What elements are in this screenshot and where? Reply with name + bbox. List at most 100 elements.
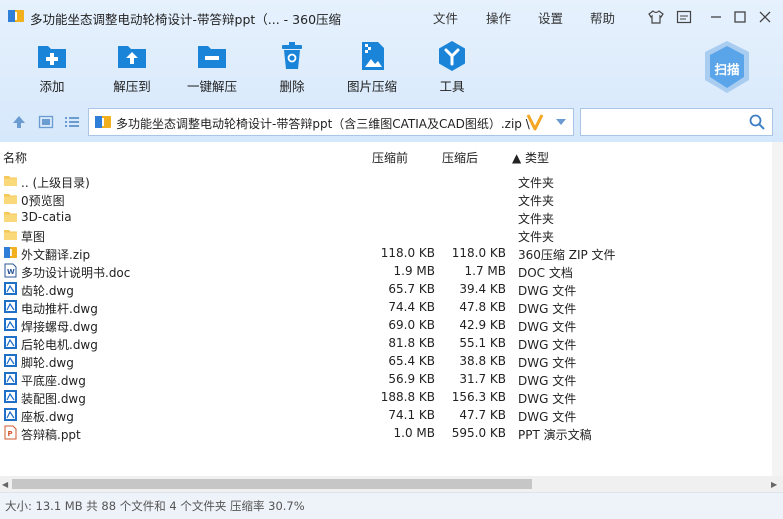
status-bar: 大小: 13.1 MB 共 88 个文件和 4 个文件夹 压缩率 30.7% xyxy=(0,492,783,519)
dwg-icon xyxy=(3,299,18,314)
file-list: 名称 压缩前 压缩后 ▲ 类型 .. (上级目录) 文件夹 0预览图 文件夹 3D-ca… xyxy=(0,142,772,476)
file-size: 69.0 KB xyxy=(388,318,435,332)
file-type: DWG 文件 xyxy=(518,284,577,298)
up-arrow-icon[interactable] xyxy=(11,114,27,130)
scan-button[interactable]: 扫描 xyxy=(702,40,752,94)
file-row[interactable]: 齿轮.dwg 65.7 KB 39.4 KB DWG 文件 xyxy=(0,280,772,298)
file-type: DWG 文件 xyxy=(518,356,577,370)
file-type: DWG 文件 xyxy=(518,374,577,388)
dwg-icon xyxy=(3,335,18,350)
file-row[interactable]: 焊接螺母.dwg 69.0 KB 42.9 KB DWG 文件 xyxy=(0,316,772,334)
minimize-icon[interactable] xyxy=(707,8,725,26)
dwg-icon xyxy=(3,353,18,368)
image-compress-icon xyxy=(362,42,384,70)
add-button[interactable]: 添加 xyxy=(17,40,87,96)
file-size: 74.4 KB xyxy=(388,300,435,314)
file-row[interactable]: 座板.dwg 74.1 KB 47.7 KB DWG 文件 xyxy=(0,406,772,424)
file-packed-size: 55.1 KB xyxy=(459,336,506,350)
file-name: 齿轮.dwg xyxy=(21,284,74,298)
file-size: 56.9 KB xyxy=(388,372,435,386)
menu-settings[interactable]: 设置 xyxy=(538,8,563,27)
delete-button[interactable]: 删除 xyxy=(257,40,327,96)
add-label: 添加 xyxy=(39,79,65,94)
file-name: 多功设计说明书.doc xyxy=(21,266,131,280)
file-type: DWG 文件 xyxy=(518,410,577,424)
file-size: 118.0 KB xyxy=(380,246,435,260)
image-compress-button[interactable]: 图片压缩 xyxy=(337,40,407,96)
folder-icon xyxy=(3,209,18,224)
file-row[interactable]: 后轮电机.dwg 81.8 KB 55.1 KB DWG 文件 xyxy=(0,334,772,352)
column-name[interactable]: 名称 xyxy=(3,149,27,166)
list-view-icon[interactable] xyxy=(64,114,80,130)
file-name: 装配图.dwg xyxy=(21,392,86,406)
file-type: DWG 文件 xyxy=(518,392,577,406)
file-row[interactable]: 脚轮.dwg 65.4 KB 38.8 KB DWG 文件 xyxy=(0,352,772,370)
close-icon[interactable] xyxy=(756,8,774,26)
tools-button[interactable]: 工具 xyxy=(417,40,487,96)
file-row[interactable]: 外文翻译.zip 118.0 KB 118.0 KB 360压缩 ZIP 文件 xyxy=(0,244,772,262)
file-row[interactable]: 0预览图 文件夹 xyxy=(0,190,772,208)
file-row[interactable]: 电动推杆.dwg 74.4 KB 47.8 KB DWG 文件 xyxy=(0,298,772,316)
file-row[interactable]: .. (上级目录) 文件夹 xyxy=(0,172,772,190)
file-row[interactable]: 平底座.dwg 56.9 KB 31.7 KB DWG 文件 xyxy=(0,370,772,388)
svg-text:W: W xyxy=(7,268,15,276)
folder-icon xyxy=(3,227,18,242)
file-name: 脚轮.dwg xyxy=(21,356,74,370)
one-click-extract-button[interactable]: 一键解压 xyxy=(177,40,247,96)
scroll-left-icon[interactable]: ◀ xyxy=(2,480,8,489)
horizontal-scrollbar[interactable]: ◀ ▶ xyxy=(0,476,783,492)
title-bar: 多功能坐态调整电动轮椅设计-带答辩ppt（... - 360压缩 文件 操作 设… xyxy=(0,0,783,34)
menu-operation[interactable]: 操作 xyxy=(486,8,511,27)
file-row[interactable]: P 答辩稿.ppt 1.0 MB 595.0 KB PPT 演示文稿 xyxy=(0,424,772,442)
file-row[interactable]: 草图 文件夹 xyxy=(0,226,772,244)
file-type: PPT 演示文稿 xyxy=(518,428,592,442)
skin-shirt-icon[interactable] xyxy=(647,8,665,26)
scan-label: 扫描 xyxy=(714,62,740,77)
file-row[interactable]: W 多功设计说明书.doc 1.9 MB 1.7 MB DOC 文档 xyxy=(0,262,772,280)
menu-file[interactable]: 文件 xyxy=(433,8,458,27)
file-type: DWG 文件 xyxy=(518,338,577,352)
file-name: 答辩稿.ppt xyxy=(21,428,81,442)
dwg-icon xyxy=(3,281,18,296)
file-packed-size: 156.3 KB xyxy=(451,390,506,404)
folder-icon xyxy=(3,173,18,188)
ppt-icon: P xyxy=(3,425,18,440)
file-name: .. (上级目录) xyxy=(21,176,90,190)
file-name: 平底座.dwg xyxy=(21,374,86,388)
file-size: 1.0 MB xyxy=(393,426,435,440)
vertical-scrollbar[interactable] xyxy=(772,142,783,476)
column-packed[interactable]: 压缩后 xyxy=(442,149,478,166)
extract-to-button[interactable]: 解压到 xyxy=(97,40,167,96)
file-type: 文件夹 xyxy=(518,212,555,226)
file-size: 188.8 KB xyxy=(380,390,435,404)
column-type[interactable]: ▲ 类型 xyxy=(512,149,549,166)
file-packed-size: 31.7 KB xyxy=(459,372,506,386)
address-path: 多功能坐态调整电动轮椅设计-带答辩ppt（含三维图CATIA及CAD图纸）.zi… xyxy=(116,117,530,131)
file-row[interactable]: 装配图.dwg 188.8 KB 156.3 KB DWG 文件 xyxy=(0,388,772,406)
scroll-right-icon[interactable]: ▶ xyxy=(771,480,777,489)
one-click-extract-label: 一键解压 xyxy=(186,79,237,94)
doc-icon: W xyxy=(3,263,18,278)
search-icon[interactable] xyxy=(749,114,765,130)
app-logo-icon xyxy=(8,10,24,22)
chevron-down-icon[interactable] xyxy=(555,118,567,126)
feedback-icon[interactable] xyxy=(675,8,693,26)
top-panel: 多功能坐态调整电动轮椅设计-带答辩ppt（... - 360压缩 文件 操作 设… xyxy=(0,0,783,142)
file-name: 外文翻译.zip xyxy=(21,248,91,262)
folder-icon xyxy=(3,191,18,206)
scroll-thumb[interactable] xyxy=(12,479,532,489)
extract-to-label: 解压到 xyxy=(113,79,151,94)
dwg-icon xyxy=(3,389,18,404)
search-input[interactable] xyxy=(585,112,745,132)
column-size[interactable]: 压缩前 xyxy=(372,149,408,166)
menu-help[interactable]: 帮助 xyxy=(590,8,615,27)
file-row[interactable]: 3D-catia 文件夹 xyxy=(0,208,772,226)
maximize-icon[interactable] xyxy=(731,8,749,26)
file-name: 后轮电机.dwg xyxy=(21,338,98,352)
address-field[interactable]: 多功能坐态调整电动轮椅设计-带答辩ppt（含三维图CATIA及CAD图纸）.zi… xyxy=(88,108,574,136)
file-type: 文件夹 xyxy=(518,176,555,190)
add-file-icon xyxy=(38,46,66,68)
delete-label: 删除 xyxy=(279,79,305,94)
thumbnail-view-icon[interactable] xyxy=(38,114,54,130)
file-size: 65.7 KB xyxy=(388,282,435,296)
